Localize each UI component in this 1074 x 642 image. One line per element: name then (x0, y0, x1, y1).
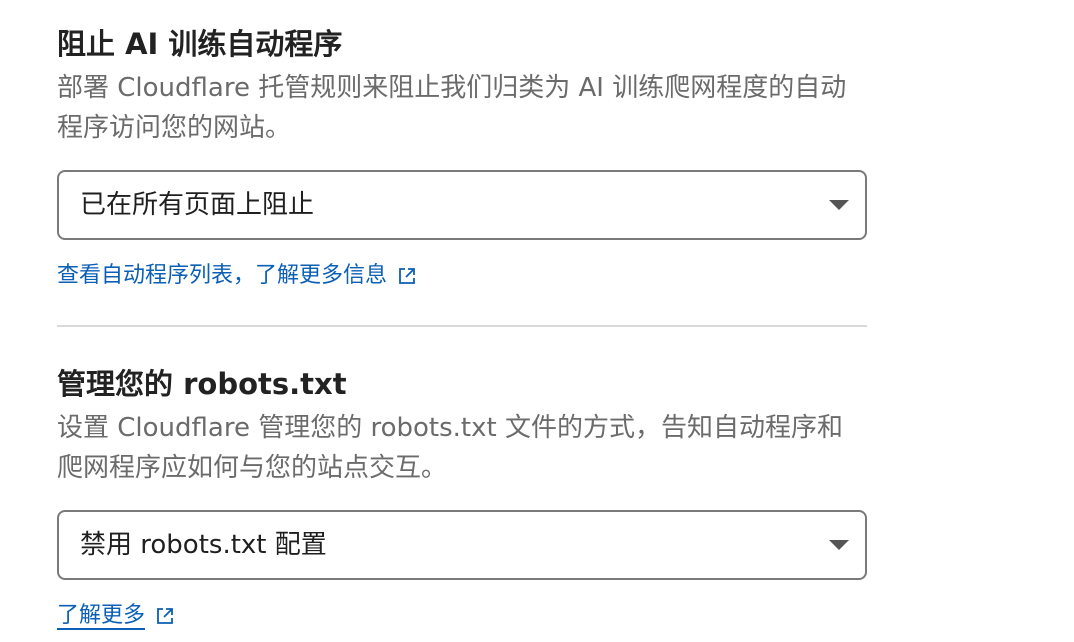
robots-txt-select[interactable]: 禁用 robots.txt 配置 (57, 510, 867, 580)
block-ai-bots-title: 阻止 AI 训练自动程序 (57, 27, 343, 61)
block-ai-bots-description: 部署 Cloudflare 托管规则来阻止我们归类为 AI 训练爬网程度的自动程… (57, 73, 847, 143)
learn-more-link[interactable]: 了解更多 (57, 600, 175, 632)
section-divider (57, 325, 867, 327)
block-ai-bots-select-value: 已在所有页面上阻止 (80, 190, 315, 220)
robots-txt-select-value: 禁用 robots.txt 配置 (80, 530, 327, 560)
robots-txt-description: 设置 Cloudflare 管理您的 robots.txt 文件的方式，告知自动… (57, 413, 843, 483)
chevron-down-icon (829, 540, 849, 550)
chevron-down-icon (829, 200, 849, 210)
view-bot-list-link-label: 查看自动程序列表，了解更多信息 (57, 263, 388, 288)
learn-more-link-label: 了解更多 (57, 603, 146, 628)
view-bot-list-link[interactable]: 查看自动程序列表，了解更多信息 (57, 260, 417, 292)
external-link-icon (157, 608, 173, 624)
robots-txt-title: 管理您的 robots.txt (57, 367, 347, 401)
block-ai-bots-section: 阻止 AI 训练自动程序 部署 Cloudflare 托管规则来阻止我们归类为 … (57, 24, 867, 292)
block-ai-bots-select[interactable]: 已在所有页面上阻止 (57, 170, 867, 240)
robots-txt-section: 管理您的 robots.txt 设置 Cloudflare 管理您的 robot… (57, 364, 867, 632)
external-link-icon (399, 268, 415, 284)
